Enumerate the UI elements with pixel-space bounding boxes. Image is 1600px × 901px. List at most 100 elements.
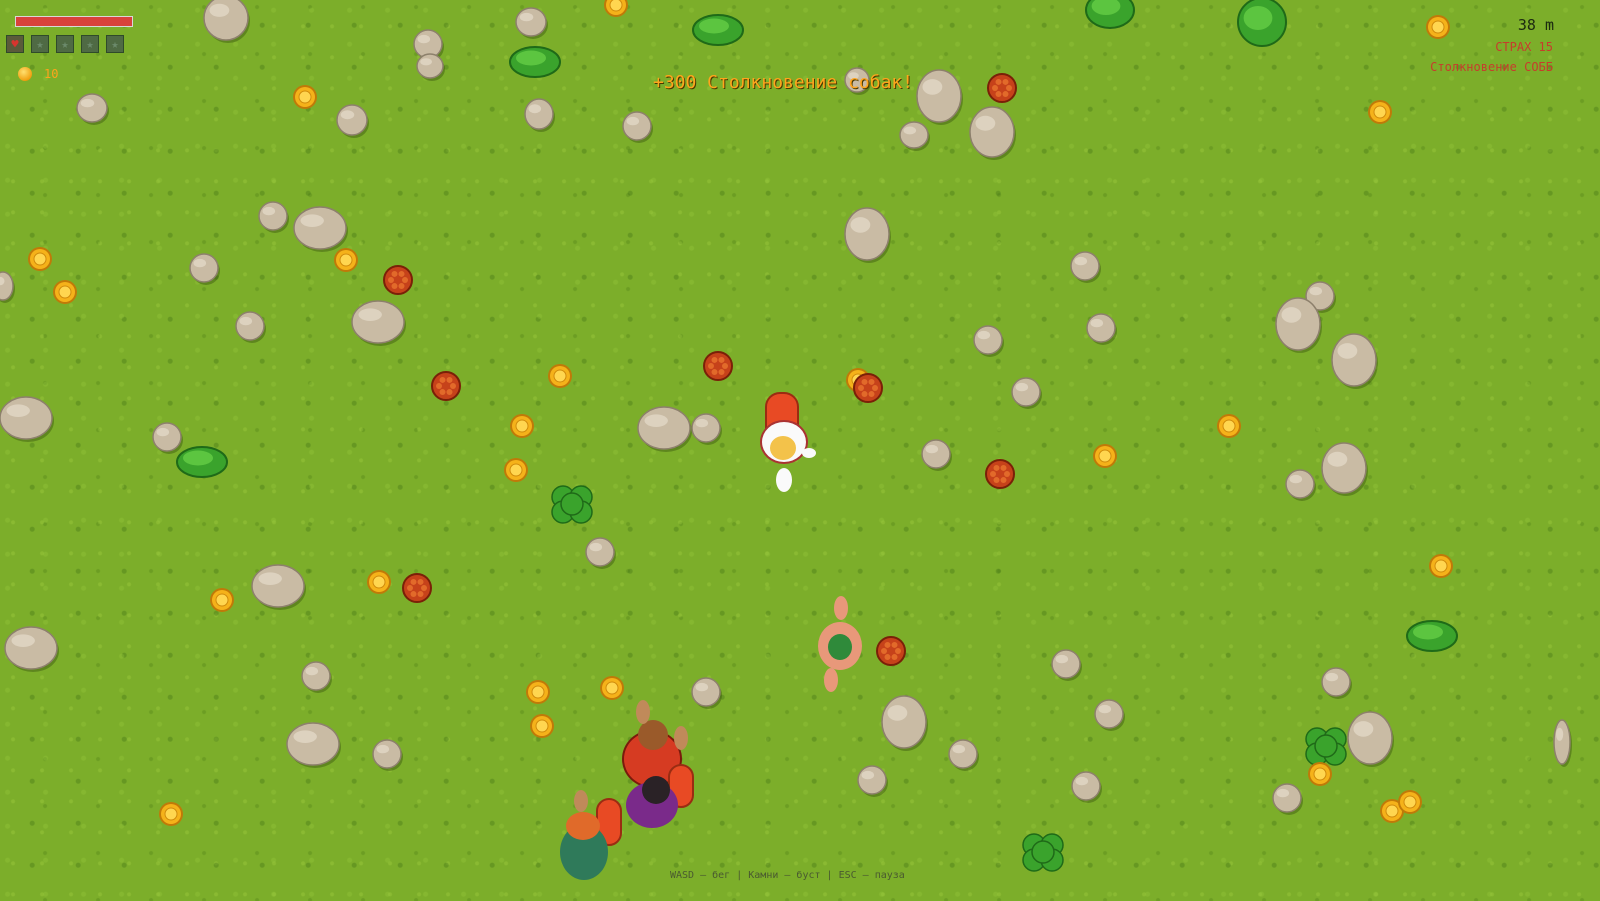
enemy-dog-purple bbox=[624, 764, 704, 834]
coin-pickup bbox=[510, 414, 534, 438]
rock bbox=[1071, 771, 1102, 803]
life-slot-empty: ★ bbox=[31, 35, 49, 53]
coin-pickup bbox=[530, 714, 554, 738]
rock bbox=[301, 661, 332, 693]
mine-hazard bbox=[853, 373, 883, 403]
bush bbox=[551, 485, 593, 524]
rock bbox=[1321, 667, 1352, 699]
rock bbox=[1553, 719, 1572, 767]
rock bbox=[691, 677, 722, 709]
rock bbox=[969, 106, 1016, 160]
rock bbox=[515, 7, 548, 39]
enemy-green-arm bbox=[574, 790, 588, 812]
mine-hazard bbox=[703, 351, 733, 381]
rock bbox=[336, 104, 369, 138]
game-viewport[interactable]: ♥ ★ ★ ★ ★ 10 38 m СТРАХ 15 Столкновение СОББ… bbox=[0, 0, 1600, 901]
enemy-pink-leg bbox=[824, 668, 838, 692]
rock bbox=[152, 422, 183, 454]
enemy-pink-arm bbox=[834, 596, 848, 620]
coin-pickup bbox=[600, 676, 624, 700]
coin-pickup bbox=[367, 570, 391, 594]
coin-pickup bbox=[293, 85, 317, 109]
mine-hazard bbox=[402, 573, 432, 603]
enemy-red-arm-right bbox=[674, 726, 688, 750]
bush bbox=[1237, 0, 1287, 47]
coin-pickup bbox=[1398, 790, 1422, 814]
coin-pickup bbox=[1429, 554, 1453, 578]
enemy-red-arm-left bbox=[636, 700, 650, 724]
rock bbox=[948, 739, 979, 771]
enemy-pink-head bbox=[828, 634, 852, 660]
rock bbox=[372, 739, 403, 771]
coin-pickup bbox=[1426, 15, 1450, 39]
coin-counter: 10 bbox=[18, 67, 58, 81]
bush bbox=[1022, 833, 1064, 872]
rock bbox=[416, 53, 445, 81]
rock bbox=[1051, 649, 1082, 681]
coin-icon bbox=[18, 67, 32, 81]
controls-hint: WASD — бег | Камни — буст | ESC — пауза bbox=[670, 870, 905, 881]
rock bbox=[1321, 442, 1368, 496]
coin-pickup bbox=[1093, 444, 1117, 468]
rock bbox=[857, 765, 888, 797]
rock bbox=[0, 271, 15, 303]
coin-pickup bbox=[334, 248, 358, 272]
rock bbox=[189, 253, 220, 285]
rock bbox=[921, 439, 952, 471]
rock bbox=[973, 325, 1004, 357]
rock bbox=[351, 300, 406, 346]
life-slot-empty: ★ bbox=[81, 35, 99, 53]
rock bbox=[1285, 469, 1316, 501]
enemy-dog-green bbox=[556, 790, 636, 890]
coin-pickup bbox=[53, 280, 77, 304]
player-tail bbox=[776, 468, 792, 492]
rock bbox=[235, 311, 266, 343]
rock bbox=[251, 564, 306, 610]
coin-pickup bbox=[1368, 100, 1392, 124]
mine-hazard bbox=[985, 459, 1015, 489]
bush bbox=[176, 446, 228, 478]
player-dog bbox=[760, 392, 820, 497]
health-bar-fill bbox=[16, 17, 132, 26]
lives-indicator: ♥ ★ ★ ★ ★ bbox=[6, 35, 124, 53]
coin-pickup bbox=[504, 458, 528, 482]
rock bbox=[286, 722, 341, 768]
enemy-dog-pink bbox=[812, 596, 872, 696]
enemy-red-head bbox=[638, 720, 668, 750]
bush bbox=[1406, 620, 1458, 652]
rock bbox=[881, 695, 928, 751]
rock bbox=[293, 206, 348, 252]
rock bbox=[691, 413, 722, 445]
rock bbox=[1070, 251, 1101, 283]
collision-readout: Столкновение СОББ bbox=[1430, 60, 1553, 74]
rock bbox=[637, 406, 692, 452]
rock bbox=[1086, 313, 1117, 345]
rock bbox=[844, 207, 891, 263]
rock bbox=[899, 121, 930, 151]
coin-pickup bbox=[1217, 414, 1241, 438]
coin-pickup bbox=[1308, 762, 1332, 786]
mine-hazard bbox=[987, 73, 1017, 103]
coin-pickup bbox=[526, 680, 550, 704]
player-head bbox=[770, 436, 796, 460]
enemy-green-head bbox=[566, 812, 600, 840]
bush bbox=[692, 14, 744, 46]
rock bbox=[0, 396, 54, 442]
rock bbox=[916, 69, 963, 125]
bush bbox=[1085, 0, 1135, 29]
bush bbox=[509, 46, 561, 78]
mine-hazard bbox=[431, 371, 461, 401]
coin-pickup bbox=[159, 802, 183, 826]
enemy-purple-head bbox=[642, 776, 670, 804]
rock bbox=[1331, 333, 1378, 389]
bush bbox=[1305, 727, 1347, 766]
rock bbox=[622, 111, 653, 143]
life-slot-heart: ♥ bbox=[6, 35, 24, 53]
coin-pickup bbox=[28, 247, 52, 271]
fear-readout: СТРАХ 15 bbox=[1495, 40, 1553, 54]
rock bbox=[1011, 377, 1042, 409]
mine-hazard bbox=[383, 265, 413, 295]
rock bbox=[585, 537, 616, 569]
rock bbox=[524, 98, 555, 132]
rock bbox=[1272, 783, 1303, 815]
